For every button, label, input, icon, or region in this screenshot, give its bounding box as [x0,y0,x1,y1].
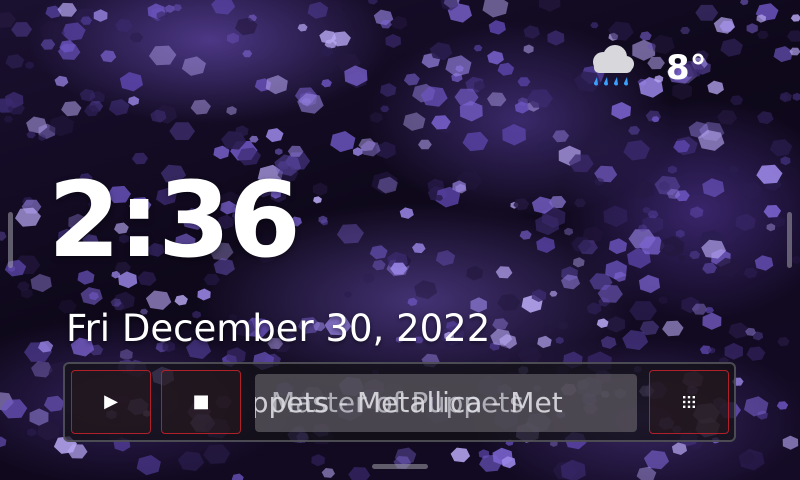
right-edge-handle[interactable] [787,212,792,268]
menu-button[interactable] [649,370,729,434]
now-playing-display[interactable]: uppets - Metallica - Met Master of Puppe… [255,374,637,432]
clock-date: Fri December 30, 2022 [66,307,491,350]
play-button[interactable]: ▶ [71,370,151,434]
left-edge-handle[interactable] [8,212,13,268]
play-icon: ▶ [104,391,118,412]
temperature: 8° [666,48,707,88]
clock-time: 2:36 [48,159,301,281]
rain-cloud-icon [593,45,634,86]
stop-button[interactable]: ■ [161,370,241,434]
stop-icon: ■ [192,391,210,412]
bottom-edge-handle[interactable] [372,464,428,469]
grid-dots-icon [683,396,695,408]
screensaver-screen[interactable]: 8° 2:36 Fri December 30, 2022 ▶ ■ uppets… [0,0,800,480]
now-playing-text-overlap: Master of Puppets [271,386,524,419]
media-control-bar: ▶ ■ uppets - Metallica - Met Master of P… [63,362,736,442]
